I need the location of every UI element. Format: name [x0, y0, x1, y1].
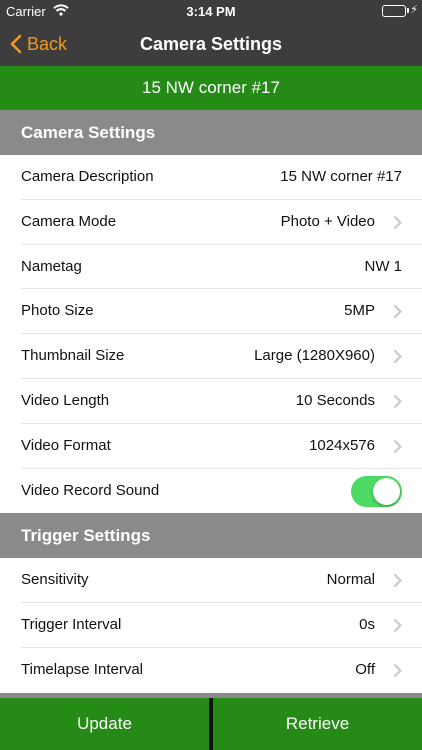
settings-list[interactable]: Camera Settings Camera Description 15 NW… — [0, 110, 422, 698]
row-label: Thumbnail Size — [21, 347, 125, 365]
row-camera-mode[interactable]: Camera Mode Photo + Video — [0, 199, 422, 245]
row-label: Video Format — [21, 436, 111, 454]
row-label: Trigger Interval — [21, 616, 122, 634]
row-value: 1024x576 — [309, 436, 375, 454]
row-sensitivity[interactable]: Sensitivity Normal — [0, 558, 422, 604]
row-value: 10 Seconds — [295, 391, 375, 409]
bottom-action-bar: Update Retrieve — [0, 698, 422, 750]
row-photo-size[interactable]: Photo Size 5MP — [0, 289, 422, 335]
chevron-right-icon — [393, 439, 402, 453]
charging-bolt-icon: ⚡ — [410, 4, 418, 16]
row-label: Nametag — [21, 257, 82, 275]
row-value: 5MP — [344, 302, 375, 320]
chevron-right-icon — [393, 574, 402, 588]
clock: 3:14 PM — [186, 4, 236, 19]
row-value: NW 1 — [364, 257, 403, 275]
row-label: Sensitivity — [21, 571, 89, 589]
row-video-record-sound: Video Record Sound — [0, 468, 422, 514]
row-video-length[interactable]: Video Length 10 Seconds — [0, 378, 422, 424]
row-value: 15 NW corner #17 — [280, 168, 402, 185]
chevron-right-icon — [393, 349, 402, 364]
row-value: Photo + Video — [280, 212, 375, 230]
retrieve-button[interactable]: Retrieve — [213, 698, 422, 750]
chevron-right-icon — [393, 663, 402, 678]
navigation-bar: Back Camera Settings — [0, 22, 422, 66]
row-video-format[interactable]: Video Format 1024x576 — [0, 423, 422, 469]
row-label: Photo Size — [21, 302, 94, 320]
row-timelapse-interval[interactable]: Timelapse Interval Off — [0, 647, 422, 693]
toggle-knob — [373, 477, 400, 505]
row-label: Video Length — [21, 391, 110, 409]
battery-cap — [407, 8, 409, 13]
battery-icon — [382, 5, 406, 17]
video-record-sound-toggle[interactable] — [351, 475, 402, 507]
row-camera-description[interactable]: Camera Description 15 NW corner #17 — [0, 155, 422, 200]
row-value: Large (1280X960) — [254, 347, 375, 365]
chevron-right-icon — [393, 305, 402, 319]
row-value: 0s — [359, 616, 375, 634]
chevron-right-icon — [393, 618, 402, 633]
page-title: Camera Settings — [139, 34, 283, 54]
row-value: Normal — [326, 571, 375, 589]
chevron-right-icon — [393, 215, 402, 230]
row-label: Timelapse Interval — [21, 660, 143, 678]
section-header-camera-settings: Camera Settings — [0, 110, 422, 155]
row-thumbnail-size[interactable]: Thumbnail Size Large (1280X960) — [0, 334, 422, 379]
row-nametag[interactable]: Nametag NW 1 — [0, 244, 422, 290]
row-label: Video Record Sound — [21, 481, 160, 499]
section-header-trigger-settings: Trigger Settings — [0, 513, 422, 559]
row-label: Camera Mode — [21, 212, 117, 230]
update-button[interactable]: Update — [0, 698, 209, 750]
row-value: Off — [355, 660, 375, 678]
camera-name-banner: 15 NW corner #17 — [0, 66, 422, 110]
chevron-right-icon — [393, 394, 402, 409]
status-bar: Carrier 3:14 PM ⚡ — [0, 0, 422, 22]
row-trigger-interval[interactable]: Trigger Interval 0s — [0, 603, 422, 648]
row-label: Camera Description — [21, 168, 154, 185]
